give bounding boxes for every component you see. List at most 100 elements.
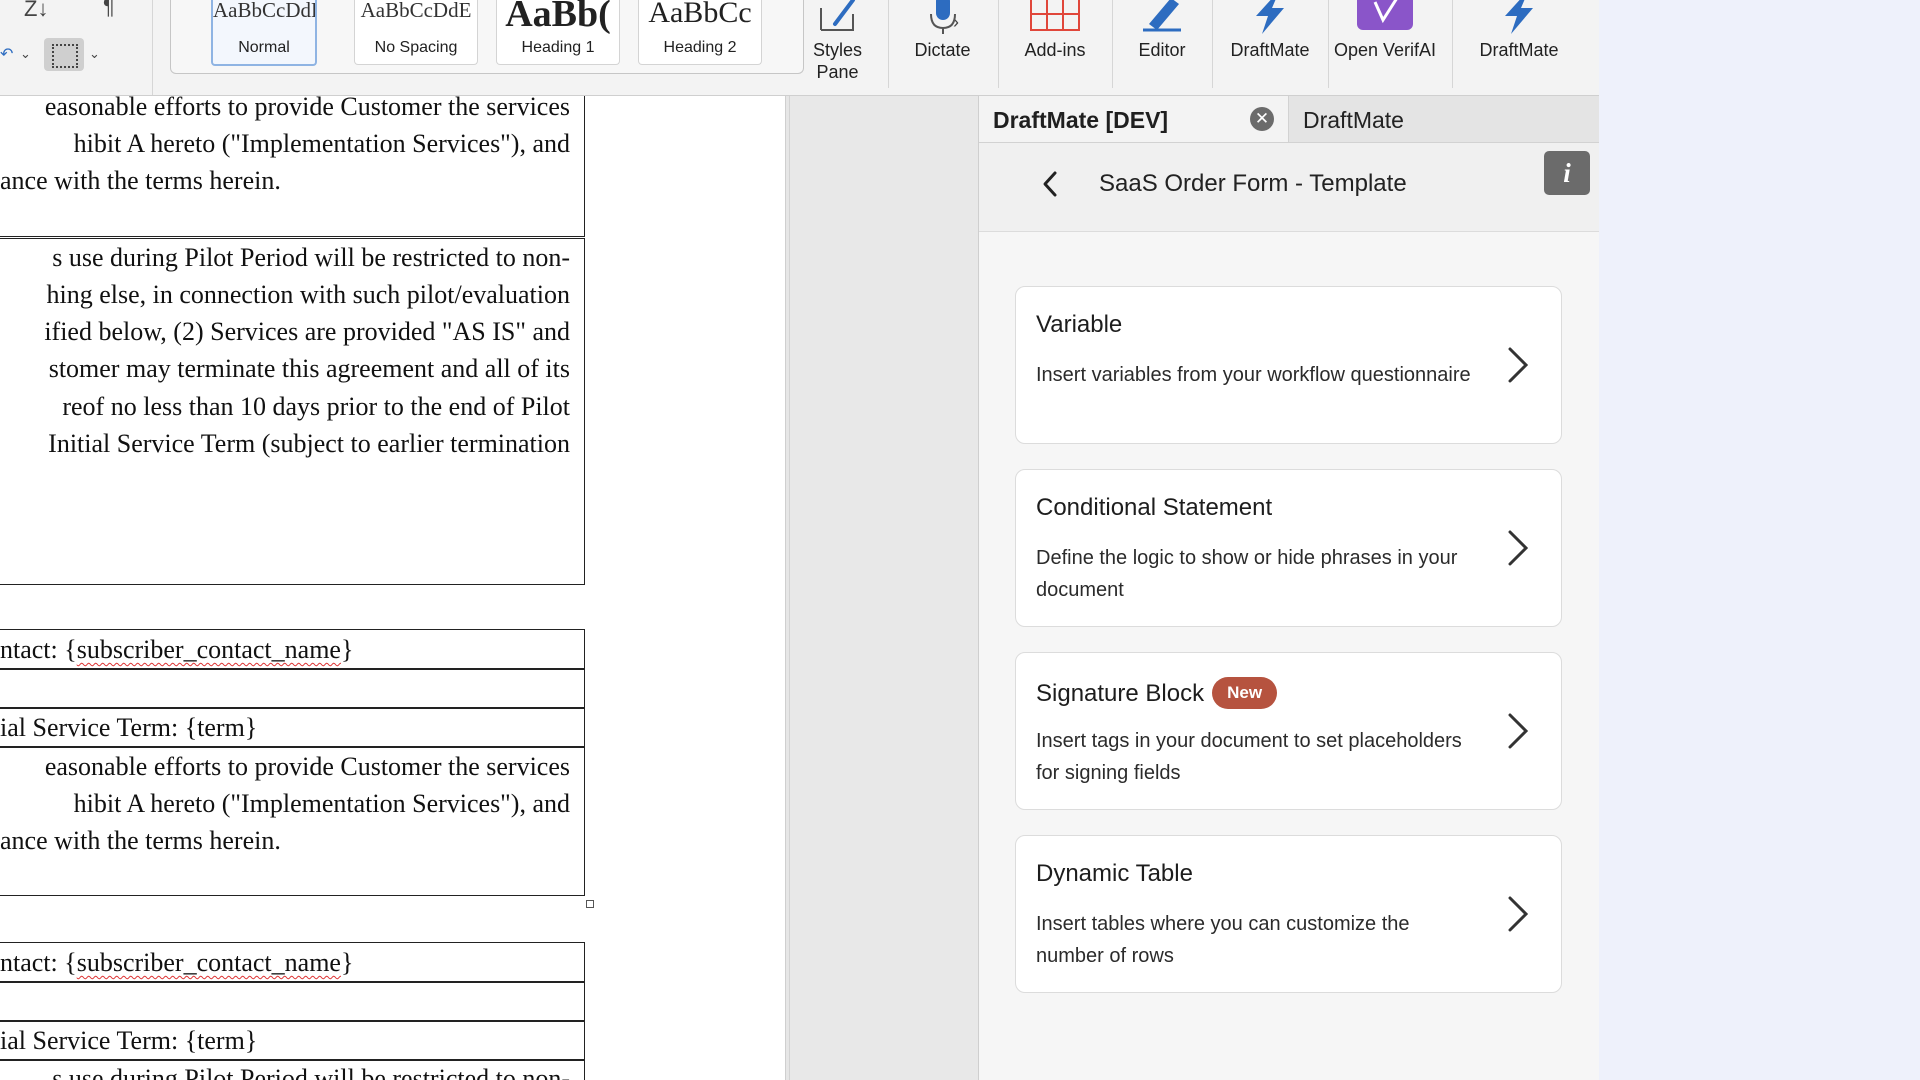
new-badge: New [1212, 677, 1278, 709]
ribbon-divider [1212, 0, 1213, 88]
card-description: Define the logic to show or hide phrases… [1036, 547, 1458, 601]
contact-line[interactable]: ntact: {subscriber_contact_name} [0, 631, 570, 668]
draftmate-button[interactable]: DraftMate [1214, 0, 1326, 95]
close-icon[interactable]: ✕ [1250, 107, 1274, 131]
table-resize-handle[interactable] [586, 900, 594, 908]
pane-header: SaaS Order Form - Template i [979, 143, 1599, 232]
card-conditional-statement[interactable]: Conditional Statement Define the logic t… [1015, 469, 1562, 627]
tab-draftmate-dev[interactable]: DraftMate [DEV] ✕ [979, 96, 1289, 142]
button-label: DraftMate [1230, 40, 1310, 60]
document-line[interactable]: stomer may terminate this agreement and … [0, 350, 570, 387]
card-signature-block[interactable]: Signature Block New Insert tags in your d… [1015, 652, 1562, 810]
pen-icon [1143, 0, 1181, 32]
ribbon-divider [888, 0, 889, 88]
card-title: Conditional Statement [1036, 494, 1273, 521]
document-line[interactable]: ial Service Term: {term} [0, 1022, 570, 1059]
styles-pane-button[interactable]: Styles Pane [800, 0, 875, 95]
undo-icon[interactable]: ↶ [0, 44, 13, 64]
draftmate-button-2[interactable]: DraftMate [1454, 0, 1584, 95]
card-title: Dynamic Table [1036, 860, 1193, 887]
document-line[interactable]: ified below, (2) Services are provided "… [0, 313, 570, 350]
document-area: easonable efforts to provide Customer th… [0, 96, 789, 1080]
document-line[interactable]: hibit A hereto ("Implementation Services… [0, 125, 570, 162]
microphone-icon [929, 0, 956, 34]
addin-pane: DraftMate [DEV] ✕ DraftMate SaaS Order F… [978, 96, 1599, 1080]
chevron-right-icon [1508, 347, 1529, 383]
card-title-text: Signature Block [1036, 680, 1205, 707]
button-label: Styles Pane [812, 40, 863, 82]
button-label: Open VerifAI [1333, 40, 1437, 60]
variable-placeholder[interactable]: subscriber_contact_name [77, 948, 341, 977]
editor-button[interactable]: Editor [1114, 0, 1210, 95]
button-label: Dictate [914, 40, 971, 60]
document-line[interactable]: easonable efforts to provide Customer th… [0, 748, 570, 785]
tab-label: DraftMate [DEV] [993, 107, 1169, 133]
page-title: SaaS Order Form - Template [1099, 170, 1407, 197]
borders-icon [52, 44, 78, 68]
ribbon-divider [1452, 0, 1453, 88]
brush-icon [819, 0, 855, 31]
back-chevron-icon[interactable] [1035, 167, 1065, 201]
shield-icon [1357, 0, 1413, 30]
style-normal[interactable]: AaBbCcDdE Normal [211, 0, 317, 66]
ribbon: Z↓ ¶ ↶ ⌄ ⌄ AaBbCcDdE Normal AaBbCcDdE No… [0, 0, 1599, 96]
pane-gutter [789, 96, 979, 1080]
document-text: ntact: { [0, 635, 77, 664]
sort-icon[interactable]: Z↓ [24, 0, 48, 22]
table-rule [0, 981, 585, 983]
chevron-right-icon [1508, 896, 1529, 932]
borders-button[interactable] [44, 38, 84, 71]
card-variable[interactable]: Variable Insert variables from your work… [1015, 286, 1562, 444]
tab-draftmate[interactable]: DraftMate [1289, 96, 1599, 142]
document-line[interactable]: ance with the terms herein. [0, 822, 570, 859]
document-line[interactable]: hing else, in connection with such pilot… [0, 276, 570, 313]
style-label: Heading 2 [663, 39, 737, 56]
document-line[interactable]: easonable efforts to provide Customer th… [0, 96, 570, 125]
button-label: DraftMate [1479, 40, 1559, 60]
button-label: Editor [1138, 40, 1186, 60]
style-heading-1[interactable]: AaBb( Heading 1 [496, 0, 620, 65]
document-page[interactable]: easonable efforts to provide Customer th… [0, 96, 786, 1080]
style-label: Normal [238, 39, 290, 56]
document-line[interactable]: s use during Pilot Period will be restri… [0, 239, 570, 276]
document-line[interactable]: hibit A hereto ("Implementation Services… [0, 785, 570, 822]
ribbon-divider [998, 0, 999, 88]
lightning-icon [1256, 0, 1284, 34]
card-description: Insert tags in your document to set plac… [1036, 730, 1462, 784]
dictate-button[interactable]: Dictate [890, 0, 995, 95]
card-dynamic-table[interactable]: Dynamic Table Insert tables where you ca… [1015, 835, 1562, 993]
style-heading-2[interactable]: AaBbCc Heading 2 [638, 0, 762, 65]
document-line[interactable]: reof no less than 10 days prior to the e… [0, 388, 570, 425]
table-rule [0, 668, 585, 670]
desktop-background [1599, 0, 1920, 1080]
variable-placeholder[interactable]: subscriber_contact_name [77, 635, 341, 664]
chevron-down-icon[interactable]: ⌄ [89, 46, 100, 62]
card-description: Insert variables from your workflow ques… [1036, 364, 1471, 386]
lightning-icon [1505, 0, 1533, 34]
ribbon-divider [1328, 0, 1329, 88]
document-line[interactable]: ial Service Term: {term} [0, 709, 570, 746]
open-verifai-button[interactable]: Open VerifAI [1330, 0, 1440, 95]
add-ins-button[interactable]: Add-ins [1000, 0, 1110, 95]
style-label: Heading 1 [521, 39, 595, 56]
style-sample: AaBb( [505, 0, 611, 35]
paragraph-group: Z↓ ¶ ↶ ⌄ ⌄ [0, 0, 153, 95]
style-no-spacing[interactable]: AaBbCcDdE No Spacing [354, 0, 478, 65]
pilcrow-icon[interactable]: ¶ [103, 0, 115, 20]
card-description: Insert tables where you can customize th… [1036, 913, 1410, 967]
document-line[interactable]: Initial Service Term (subject to earlier… [0, 425, 570, 462]
chevron-right-icon [1508, 530, 1529, 566]
contact-line[interactable]: ntact: {subscriber_contact_name} [0, 944, 570, 981]
style-sample: AaBbCc [648, 0, 752, 29]
style-sample: AaBbCcDdE [360, 0, 472, 22]
grid-icon [1030, 0, 1080, 31]
document-line[interactable]: ance with the terms herein. [0, 162, 570, 199]
document-line[interactable]: s use during Pilot Period will be restri… [0, 1060, 570, 1080]
card-title: Signature Block New [1036, 677, 1278, 709]
tab-label: DraftMate [1303, 107, 1404, 133]
chevron-right-icon [1508, 713, 1529, 749]
style-label: No Spacing [374, 39, 458, 56]
chevron-down-icon[interactable]: ⌄ [20, 46, 31, 62]
styles-gallery: AaBbCcDdE Normal AaBbCcDdE No Spacing Aa… [170, 0, 959, 74]
info-icon[interactable]: i [1544, 151, 1590, 195]
